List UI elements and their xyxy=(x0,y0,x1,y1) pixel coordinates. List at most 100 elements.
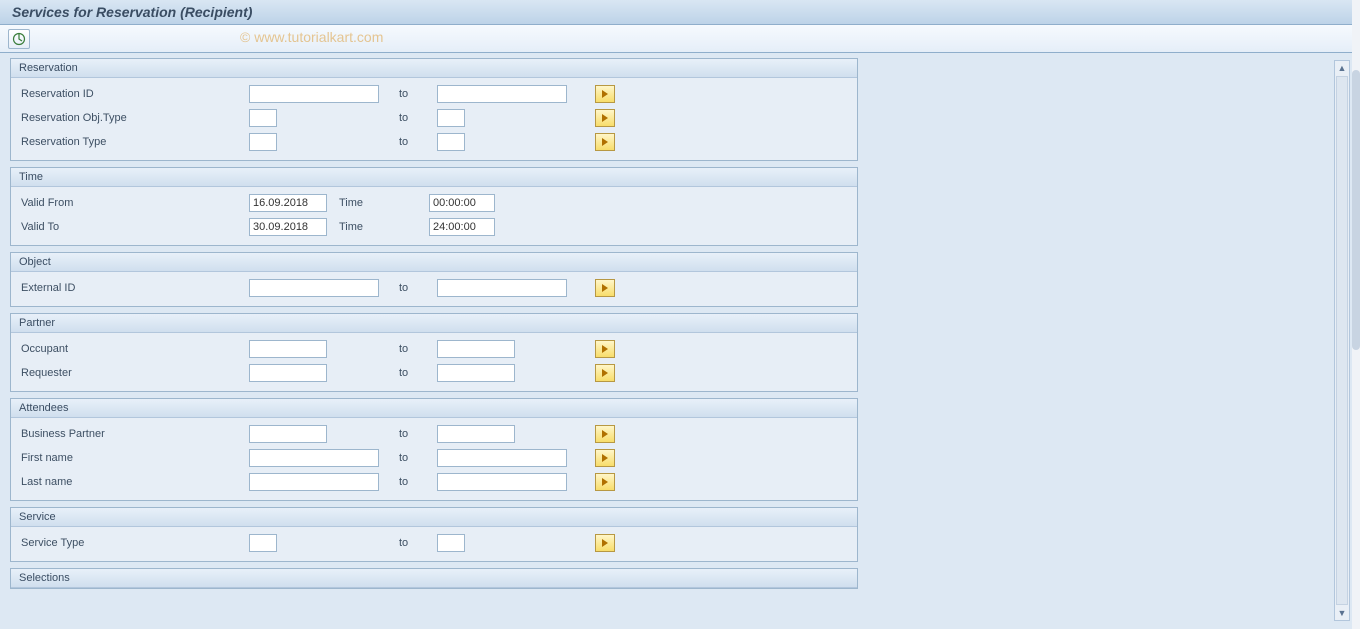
row-reservation-type: Reservation Type to xyxy=(17,130,851,154)
row-reservation-id: Reservation ID to xyxy=(17,82,851,106)
arrow-right-icon xyxy=(600,429,610,439)
reservation-id-from-input[interactable] xyxy=(249,85,379,103)
arrow-right-icon xyxy=(600,283,610,293)
to-label: to xyxy=(395,343,437,355)
label-time: Time xyxy=(339,221,429,233)
valid-from-date-input[interactable] xyxy=(249,194,327,212)
service-type-to-input[interactable] xyxy=(437,534,465,552)
reservation-id-multiselect-button[interactable] xyxy=(595,85,615,103)
vertical-scrollbar[interactable]: ▲ ▼ xyxy=(1334,60,1350,621)
last-name-multiselect-button[interactable] xyxy=(595,473,615,491)
label-business-partner: Business Partner xyxy=(17,428,249,440)
arrow-right-icon xyxy=(600,368,610,378)
to-label: to xyxy=(395,428,437,440)
external-id-to-input[interactable] xyxy=(437,279,567,297)
content-area: Reservation Reservation ID to Reservatio… xyxy=(10,58,1330,629)
last-name-to-input[interactable] xyxy=(437,473,567,491)
requester-multiselect-button[interactable] xyxy=(595,364,615,382)
row-business-partner: Business Partner to xyxy=(17,422,851,446)
group-header-attendees: Attendees xyxy=(11,399,857,418)
label-reservation-id: Reservation ID xyxy=(17,88,249,100)
business-partner-from-input[interactable] xyxy=(249,425,327,443)
business-partner-to-input[interactable] xyxy=(437,425,515,443)
reservation-obj-type-multiselect-button[interactable] xyxy=(595,109,615,127)
toolbar: © www.tutorialkart.com xyxy=(0,25,1360,53)
label-first-name: First name xyxy=(17,452,249,464)
group-service: Service Service Type to xyxy=(10,507,858,562)
reservation-type-from-input[interactable] xyxy=(249,133,277,151)
group-attendees: Attendees Business Partner to First name… xyxy=(10,398,858,501)
row-last-name: Last name to xyxy=(17,470,851,494)
scroll-down-button[interactable]: ▼ xyxy=(1335,606,1349,620)
scroll-thumb[interactable] xyxy=(1336,76,1348,605)
first-name-multiselect-button[interactable] xyxy=(595,449,615,467)
first-name-from-input[interactable] xyxy=(249,449,379,467)
group-partner: Partner Occupant to Requester to xyxy=(10,313,858,392)
label-external-id: External ID xyxy=(17,282,249,294)
row-first-name: First name to xyxy=(17,446,851,470)
to-label: to xyxy=(395,88,437,100)
execute-button[interactable] xyxy=(8,29,30,49)
reservation-id-to-input[interactable] xyxy=(437,85,567,103)
page-title: Services for Reservation (Recipient) xyxy=(12,4,252,20)
occupant-to-input[interactable] xyxy=(437,340,515,358)
reservation-obj-type-to-input[interactable] xyxy=(437,109,465,127)
execute-icon xyxy=(12,32,26,46)
valid-to-time-input[interactable] xyxy=(429,218,495,236)
label-valid-from: Valid From xyxy=(17,197,249,209)
external-id-from-input[interactable] xyxy=(249,279,379,297)
first-name-to-input[interactable] xyxy=(437,449,567,467)
arrow-right-icon xyxy=(600,113,610,123)
reservation-type-multiselect-button[interactable] xyxy=(595,133,615,151)
label-last-name: Last name xyxy=(17,476,249,488)
business-partner-multiselect-button[interactable] xyxy=(595,425,615,443)
external-id-multiselect-button[interactable] xyxy=(595,279,615,297)
group-time: Time Valid From Time Valid To Time xyxy=(10,167,858,246)
row-service-type: Service Type to xyxy=(17,531,851,555)
label-time: Time xyxy=(339,197,429,209)
group-selections: Selections xyxy=(10,568,858,589)
to-label: to xyxy=(395,282,437,294)
service-type-from-input[interactable] xyxy=(249,534,277,552)
label-valid-to: Valid To xyxy=(17,221,249,233)
reservation-type-to-input[interactable] xyxy=(437,133,465,151)
requester-to-input[interactable] xyxy=(437,364,515,382)
group-header-partner: Partner xyxy=(11,314,857,333)
label-service-type: Service Type xyxy=(17,537,249,549)
valid-from-time-input[interactable] xyxy=(429,194,495,212)
group-header-object: Object xyxy=(11,253,857,272)
row-reservation-obj-type: Reservation Obj.Type to xyxy=(17,106,851,130)
row-external-id: External ID to xyxy=(17,276,851,300)
reservation-obj-type-from-input[interactable] xyxy=(249,109,277,127)
group-header-service: Service xyxy=(11,508,857,527)
requester-from-input[interactable] xyxy=(249,364,327,382)
row-requester: Requester to xyxy=(17,361,851,385)
scroll-up-button[interactable]: ▲ xyxy=(1335,61,1349,75)
outer-scroll-thumb[interactable] xyxy=(1352,70,1360,350)
arrow-right-icon xyxy=(600,453,610,463)
label-reservation-type: Reservation Type xyxy=(17,136,249,148)
group-header-time: Time xyxy=(11,168,857,187)
row-valid-from: Valid From Time xyxy=(17,191,851,215)
to-label: to xyxy=(395,476,437,488)
valid-to-date-input[interactable] xyxy=(249,218,327,236)
occupant-multiselect-button[interactable] xyxy=(595,340,615,358)
to-label: to xyxy=(395,367,437,379)
group-header-reservation: Reservation xyxy=(11,59,857,78)
service-type-multiselect-button[interactable] xyxy=(595,534,615,552)
outer-scrollbar[interactable] xyxy=(1352,0,1360,629)
to-label: to xyxy=(395,452,437,464)
label-occupant: Occupant xyxy=(17,343,249,355)
to-label: to xyxy=(395,112,437,124)
title-bar: Services for Reservation (Recipient) xyxy=(0,0,1360,25)
arrow-right-icon xyxy=(600,344,610,354)
group-reservation: Reservation Reservation ID to Reservatio… xyxy=(10,58,858,161)
last-name-from-input[interactable] xyxy=(249,473,379,491)
label-requester: Requester xyxy=(17,367,249,379)
row-occupant: Occupant to xyxy=(17,337,851,361)
arrow-right-icon xyxy=(600,538,610,548)
watermark: © www.tutorialkart.com xyxy=(240,29,383,45)
occupant-from-input[interactable] xyxy=(249,340,327,358)
arrow-right-icon xyxy=(600,477,610,487)
to-label: to xyxy=(395,136,437,148)
